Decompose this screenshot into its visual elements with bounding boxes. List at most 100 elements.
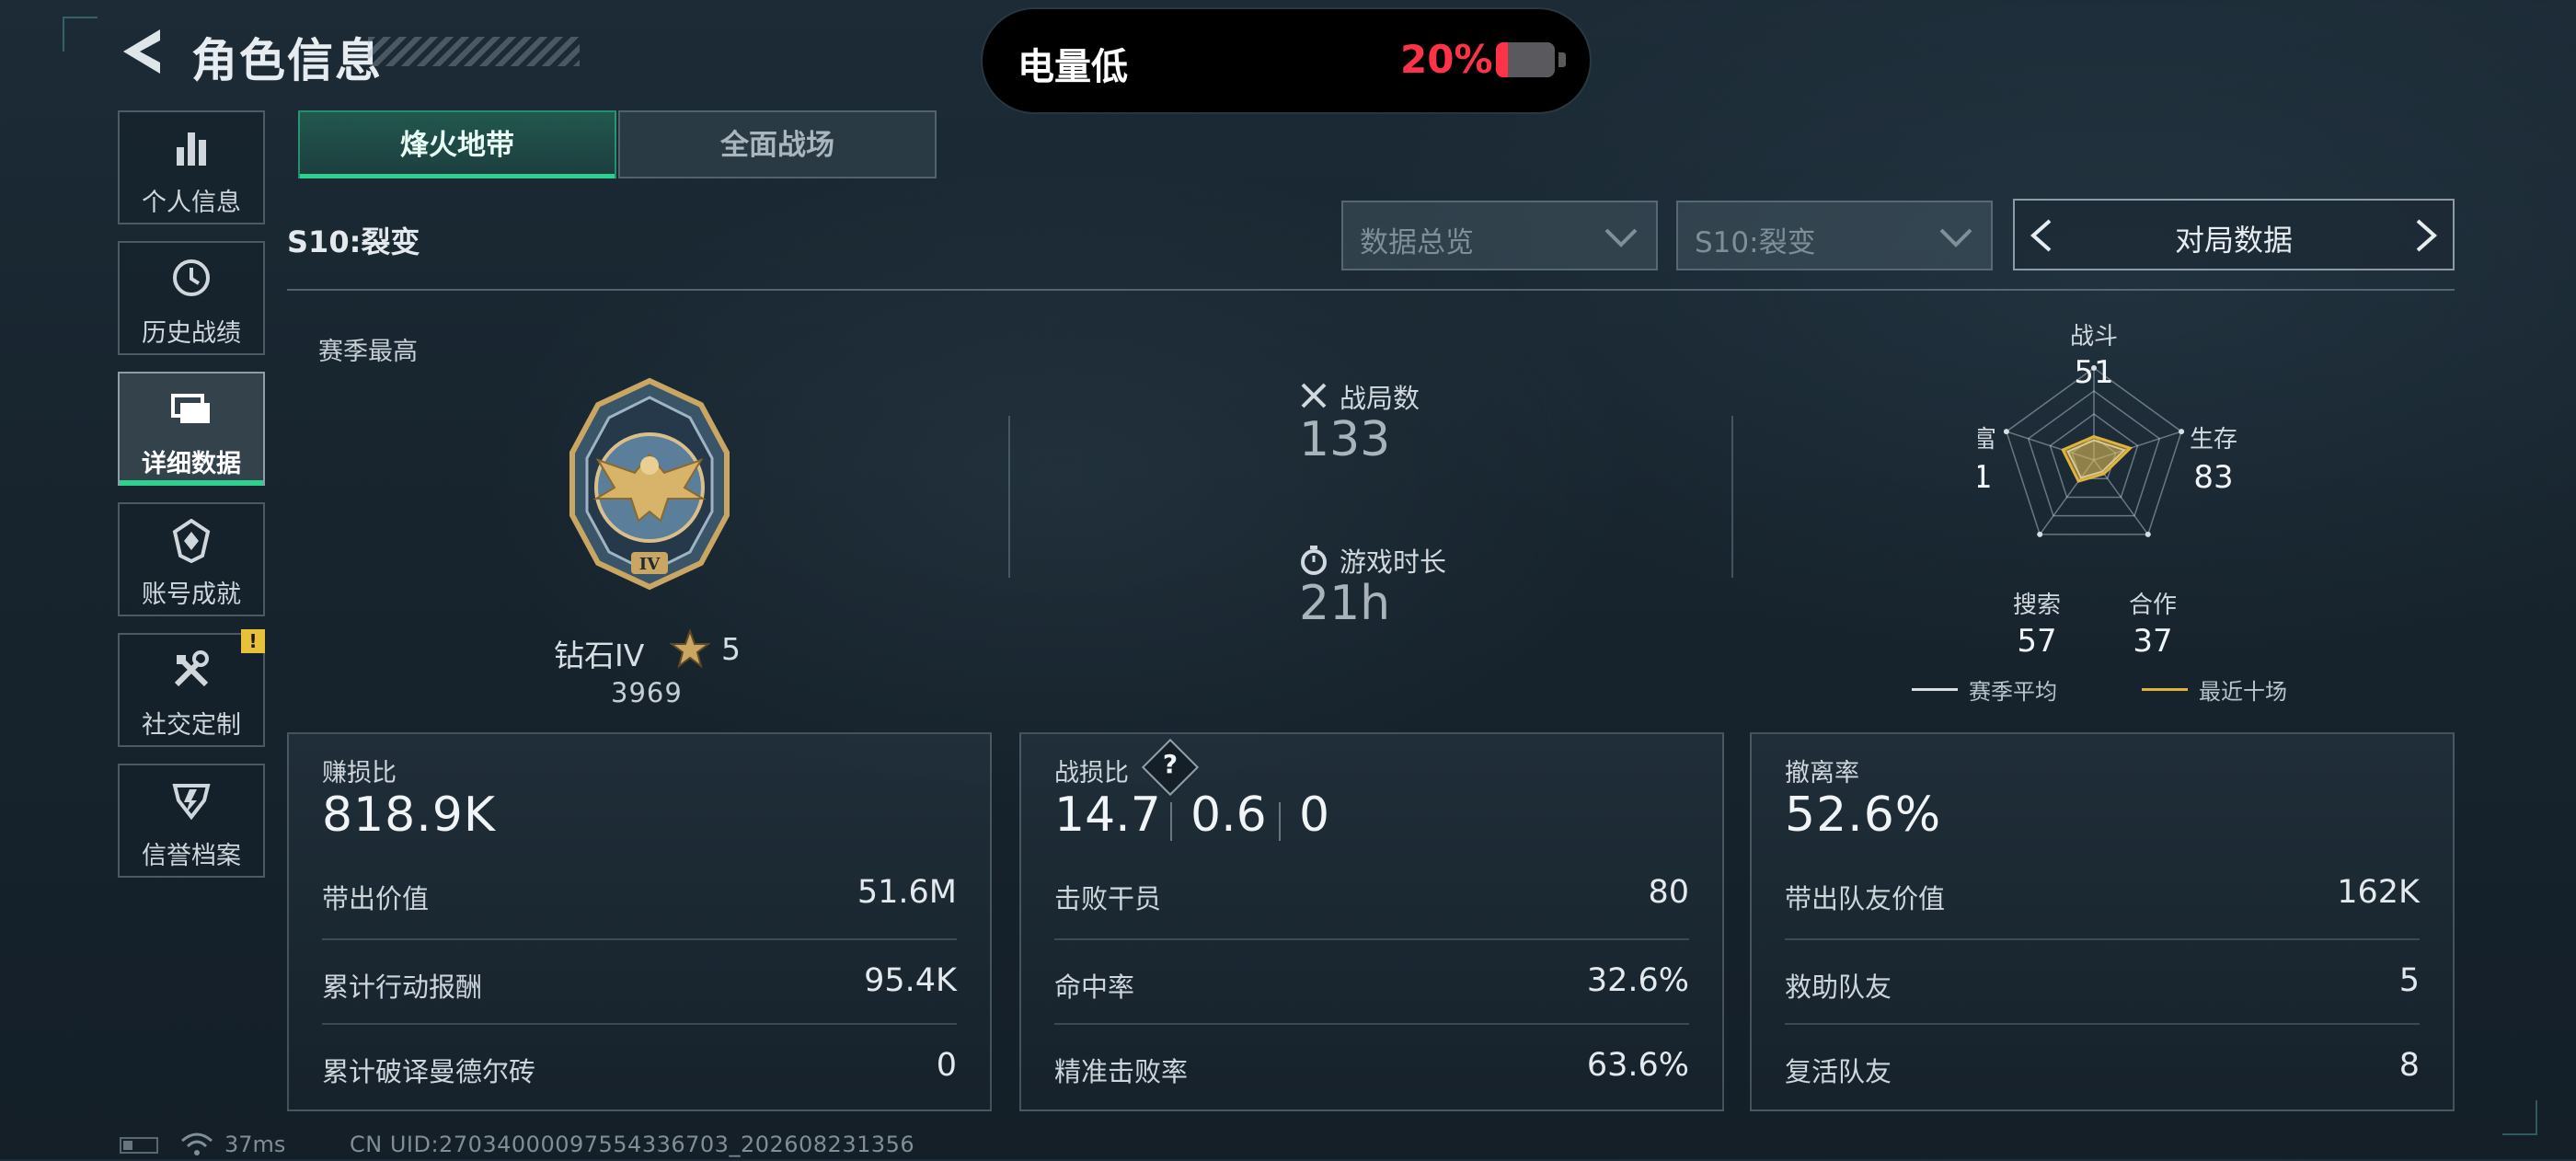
stat-label: 精准击败率: [1054, 1056, 1189, 1087]
badge-icon: [171, 518, 212, 567]
column-divider: [1731, 416, 1733, 578]
active-indicator: [120, 480, 263, 486]
battery-status-icon: [120, 1137, 158, 1154]
chevron-right-icon[interactable]: [2414, 217, 2440, 254]
column-divider: [1008, 416, 1010, 578]
sidebar-item-personal-info[interactable]: 个人信息: [118, 110, 265, 224]
stat-value: 80: [1648, 874, 1689, 911]
stat-value: 162K: [2337, 874, 2420, 911]
season-dropdown[interactable]: S10:裂变: [1676, 201, 1993, 270]
radar-axis-label-combat: 战斗: [2070, 324, 2118, 351]
tab-label: 全面战场: [720, 129, 834, 162]
stopwatch-icon: [1299, 545, 1328, 580]
stat-label: 累计破译曼德尔砖: [322, 1056, 536, 1087]
medal-tier: IV: [639, 555, 661, 574]
rank-star-count: 5: [721, 631, 741, 667]
radar-axis-label-cooperation: 合作: [2129, 592, 2177, 619]
radar-axis-label-survival: 生存: [2190, 426, 2237, 454]
radar-axis-value-combat: 51: [2074, 354, 2113, 391]
radar-axis-dot: [2179, 429, 2185, 435]
uid-readout: CN UID:27034000097554336703_202608231356: [350, 1132, 915, 1157]
stat-label: 累计行动报酬: [322, 971, 483, 1003]
playtime-label: 游戏时长: [1340, 546, 1447, 578]
radar-axis-dot: [2003, 429, 2009, 435]
section-divider: [287, 289, 2455, 291]
tools-icon: [171, 649, 212, 694]
overview-dropdown[interactable]: 数据总览: [1341, 201, 1658, 270]
playtime-value: 21h: [1299, 576, 1391, 631]
title-decoration: [368, 37, 580, 66]
tab-all-battlefield[interactable]: 全面战场: [618, 110, 937, 178]
sidebar-item-label: 详细数据: [142, 450, 241, 478]
folders-icon: [169, 388, 213, 432]
sidebar-item-label: 信誉档案: [142, 842, 241, 870]
legend-label-recent: 最近十场: [2199, 679, 2287, 705]
radar-axis-dot: [2037, 531, 2043, 537]
wifi-icon: [180, 1132, 213, 1161]
stat-row: 命中率 32.6%: [1054, 938, 1689, 1025]
legend-label-average: 赛季平均: [1969, 679, 2057, 705]
sidebar-item-history[interactable]: 历史战绩: [118, 241, 265, 355]
stat-label: 救助队友: [1785, 971, 1892, 1003]
star-icon: [669, 628, 711, 673]
sidebar-item-detail-data[interactable]: 详细数据: [118, 372, 265, 486]
frame-corner: [63, 17, 98, 52]
notification-badge: !: [241, 629, 265, 653]
chevron-down-icon: [1604, 228, 1638, 247]
matches-label: 战局数: [1340, 383, 1420, 414]
kd-value: 14.7: [1054, 787, 1161, 843]
stat-value: 63.6%: [1586, 1047, 1689, 1084]
stat-label: 命中率: [1054, 971, 1135, 1003]
matches-value: 133: [1299, 412, 1391, 467]
extraction-panel: 撤离率 52.6% 带出队友价值 162K 救助队友 5 复活队友 8: [1750, 732, 2455, 1111]
legend-swatch-average: [1912, 688, 1958, 691]
stat-label: 带出价值: [322, 883, 430, 914]
tab-haf-zone[interactable]: 烽火地带: [298, 110, 616, 178]
active-indicator: [300, 174, 615, 178]
sidebar-item-label: 社交定制: [142, 711, 241, 740]
panel-main-value: 52.6%: [1785, 787, 1942, 843]
stat-value: 0: [936, 1047, 957, 1084]
radar-axis-label-wealth: 财富: [1978, 426, 1996, 454]
kd-divider: [1279, 802, 1281, 841]
stat-label: 击败干员: [1054, 883, 1162, 914]
season-label: S10:裂变: [287, 224, 420, 259]
dropdown-value: S10:裂变: [1695, 226, 1816, 259]
radar-axis-value-wealth: 71: [1978, 459, 1993, 496]
stat-label: 带出队友价值: [1785, 883, 1946, 914]
combat-panel: 战损比 ? 14.7 0.6 0 击败干员 80 命中率 32.6% 精准击败率…: [1019, 732, 1724, 1111]
credit-icon: [171, 780, 212, 824]
radar-axis-value-cooperation: 37: [2133, 623, 2172, 660]
ability-radar-chart: 战斗 51 生存 83 合作 37 搜索 57 财富 71: [1949, 323, 2364, 673]
season-best-label: 赛季最高: [318, 338, 418, 366]
kd-divider: [1170, 802, 1172, 841]
sidebar-item-label: 账号成就: [142, 580, 241, 609]
stat-label: 复活队友: [1785, 1056, 1892, 1087]
sidebar-item-achievements[interactable]: 账号成就: [118, 502, 265, 616]
radar-axis-value-survival: 83: [2193, 459, 2233, 496]
clock-icon: [171, 258, 212, 302]
back-arrow-icon[interactable]: [120, 28, 162, 75]
page-title: 角色信息: [191, 34, 383, 87]
kd-value: 0: [1299, 787, 1330, 843]
rank-name: 钻石IV: [554, 638, 645, 673]
radar-axis-dot: [2145, 531, 2151, 537]
low-battery-toast: 电量低 20%: [983, 9, 1590, 112]
crossed-swords-icon: [1299, 381, 1328, 414]
stat-row: 带出队友价值 162K: [1785, 852, 2420, 937]
rank-medal-image: IV: [543, 377, 756, 591]
stat-value: 32.6%: [1586, 962, 1689, 999]
bar-chart-icon: [173, 127, 210, 171]
panel-main-value: 818.9K: [322, 787, 496, 843]
help-icon-glyph: ?: [1162, 749, 1179, 779]
stat-value: 8: [2398, 1047, 2420, 1084]
stat-value: 51.6M: [857, 874, 957, 911]
dropdown-value: 数据总览: [1360, 226, 1474, 259]
data-mode-switcher: 对局数据: [2013, 199, 2455, 270]
toast-percent: 20%: [1400, 37, 1493, 82]
sidebar-item-label: 历史战绩: [142, 319, 241, 348]
panel-title: 撤离率: [1785, 759, 1859, 787]
sidebar-item-credit[interactable]: 信誉档案: [118, 764, 265, 878]
panel-title: 战损比: [1054, 759, 1129, 787]
chevron-down-icon: [1939, 228, 1972, 247]
